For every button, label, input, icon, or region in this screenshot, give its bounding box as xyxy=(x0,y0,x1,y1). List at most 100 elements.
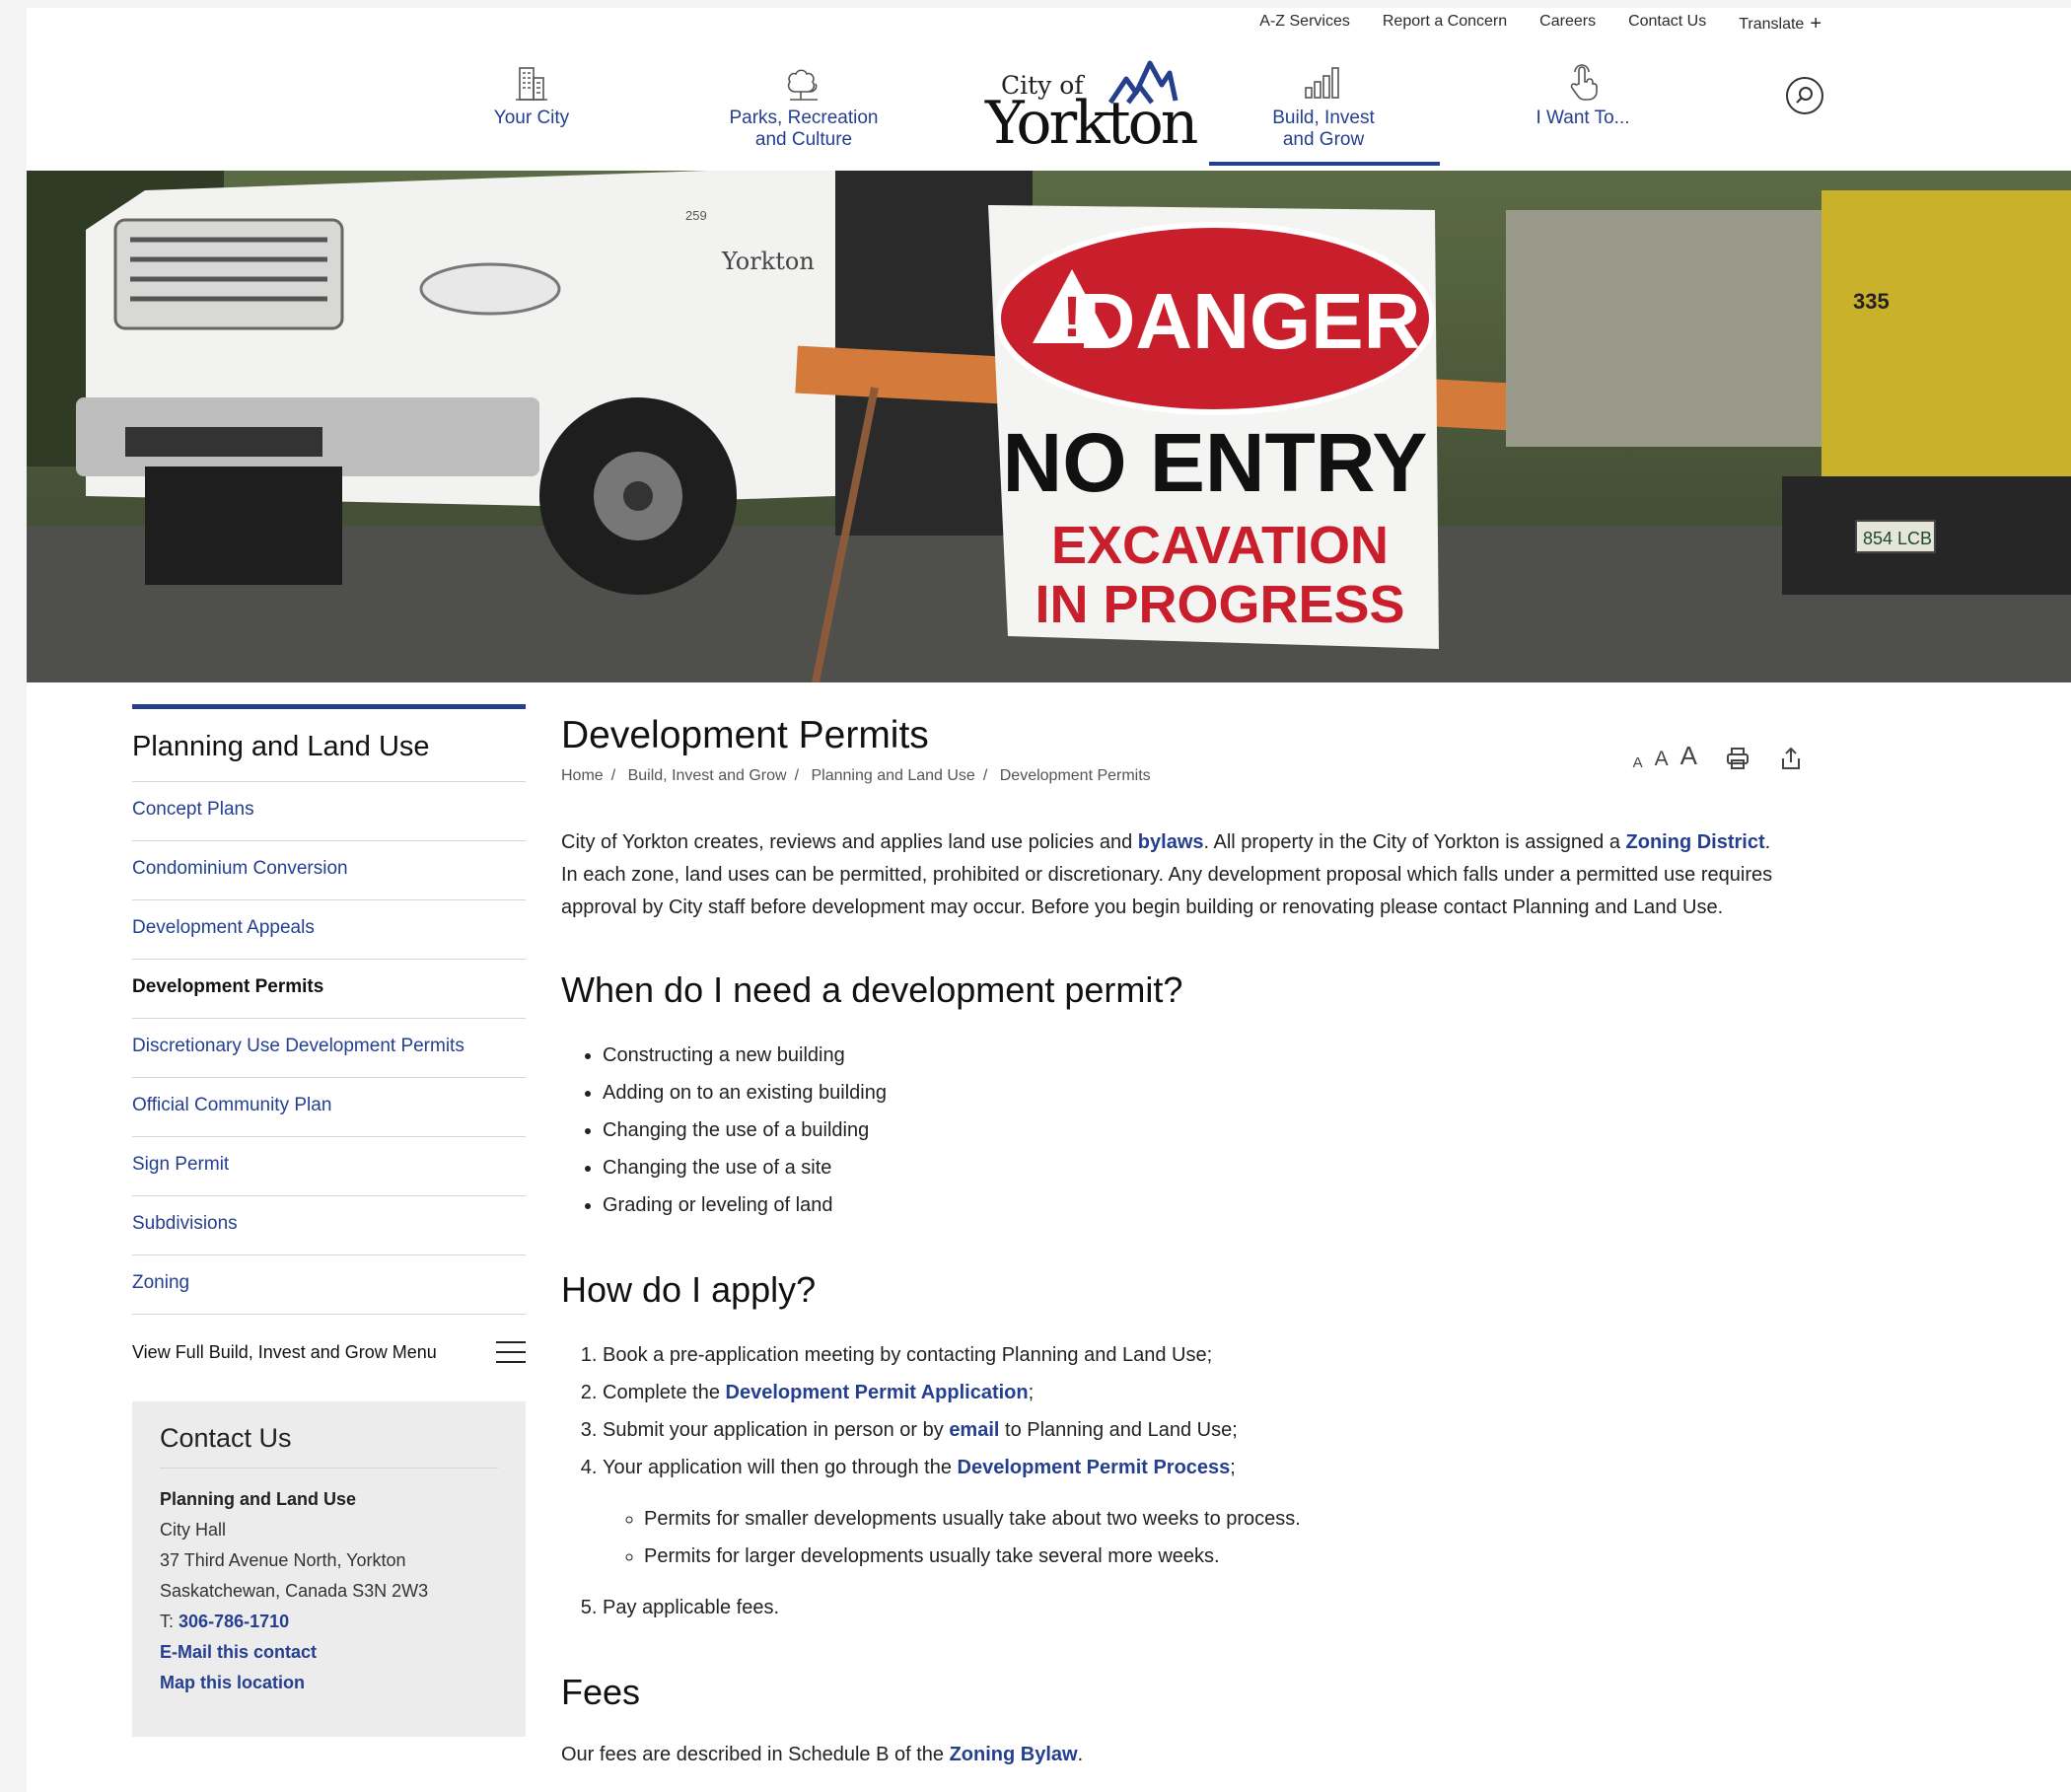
truck-logo-text: Yorkton xyxy=(721,248,815,275)
nav-parks-recreation[interactable]: Parks, Recreation and Culture xyxy=(705,62,902,151)
when-list: Constructing a new building Adding on to… xyxy=(603,1037,1804,1224)
nav-label: I Want To... xyxy=(1535,108,1630,128)
truck-number: 259 xyxy=(685,208,707,223)
contact-address-line1: 37 Third Avenue North, Yorkton xyxy=(160,1550,406,1570)
translate-button[interactable]: Translate + xyxy=(1739,13,1821,36)
font-size-medium-button[interactable]: A xyxy=(1655,748,1669,771)
full-menu-label: View Full Build, Invest and Grow Menu xyxy=(132,1341,437,1362)
when-heading: When do I need a development permit? xyxy=(561,969,1183,1010)
map-location-link[interactable]: Map this location xyxy=(160,1668,498,1698)
translate-label: Translate xyxy=(1739,16,1805,33)
sign-no-entry: NO ENTRY xyxy=(1003,416,1428,509)
report-concern-link[interactable]: Report a Concern xyxy=(1383,13,1507,36)
nav-label-line1: Parks, Recreation xyxy=(729,108,879,128)
step-text: ; xyxy=(1028,1382,1035,1403)
sidebar-item-development-appeals[interactable]: Development Appeals xyxy=(132,900,526,960)
hero-image: 259 Yorkton 854 LCB 335 ! DANGER NO ENTR… xyxy=(27,171,2071,682)
list-item: Permits for larger developments usually … xyxy=(644,1538,1804,1575)
contact-phone-row: T: 306-786-1710 xyxy=(160,1607,498,1637)
breadcrumb-home[interactable]: Home xyxy=(561,767,604,784)
main-content: Development Permits Home / Build, Invest … xyxy=(561,704,1804,1771)
fees-text: Our fees are described in Schedule B of … xyxy=(561,1744,950,1765)
sidebar: Planning and Land Use Concept Plans Cond… xyxy=(132,704,526,1737)
permit-process-link[interactable]: Development Permit Process xyxy=(958,1457,1231,1478)
phone-link[interactable]: 306-786-1710 xyxy=(179,1612,289,1631)
careers-link[interactable]: Careers xyxy=(1539,13,1596,36)
apply-step-5: Pay applicable fees. xyxy=(603,1589,1804,1626)
apply-step-1: Book a pre-application meeting by contac… xyxy=(603,1336,1804,1374)
logo-name: Yorkton xyxy=(985,89,1198,158)
sidebar-title: Planning and Land Use xyxy=(132,709,526,782)
intro-text: . All property in the City of Yorkton is… xyxy=(1203,831,1626,853)
sidebar-item-discretionary-use[interactable]: Discretionary Use Development Permits xyxy=(132,1019,526,1078)
apply-steps: Book a pre-application meeting by contac… xyxy=(603,1336,1804,1626)
contact-card: Contact Us Planning and Land Use City Ha… xyxy=(132,1401,526,1737)
sidebar-item-zoning[interactable]: Zoning xyxy=(132,1255,526,1315)
print-icon[interactable] xyxy=(1725,746,1750,771)
nav-your-city[interactable]: Your City xyxy=(433,62,630,129)
sidebar-item-condominium-conversion[interactable]: Condominium Conversion xyxy=(132,841,526,900)
sign-in-progress: IN PROGRESS xyxy=(1035,575,1404,634)
city-buildings-icon xyxy=(516,67,547,101)
step-text: ; xyxy=(1230,1457,1236,1478)
contact-us-link[interactable]: Contact Us xyxy=(1628,13,1706,36)
contact-department: Planning and Land Use xyxy=(160,1489,357,1509)
yorkton-logo[interactable]: City of Yorkton xyxy=(959,55,1198,164)
utility-bar: A-Z Services Report a Concern Careers Co… xyxy=(1259,13,1821,36)
sidebar-item-official-community-plan[interactable]: Official Community Plan xyxy=(132,1078,526,1137)
contact-address-line2: Saskatchewan, Canada S3N 2W3 xyxy=(160,1581,429,1601)
sign-excavation: EXCAVATION xyxy=(1051,516,1389,575)
apply-step-2: Complete the Development Permit Applicat… xyxy=(603,1374,1804,1411)
breadcrumb: Home / Build, Invest and Grow / Planning a… xyxy=(561,767,1151,784)
fees-paragraph: Our fees are described in Schedule B of … xyxy=(561,1739,1804,1771)
page-title: Development Permits xyxy=(561,714,929,756)
page: A-Z Services Report a Concern Careers Co… xyxy=(27,8,2071,1792)
sidebar-item-sign-permit[interactable]: Sign Permit xyxy=(132,1137,526,1196)
sidebar-item-concept-plans[interactable]: Concept Plans xyxy=(132,782,526,841)
list-item: Adding on to an existing building xyxy=(603,1074,1804,1111)
list-item: Changing the use of a building xyxy=(603,1111,1804,1149)
list-item: Constructing a new building xyxy=(603,1037,1804,1074)
zoning-bylaw-link[interactable]: Zoning Bylaw xyxy=(950,1744,1078,1765)
full-menu-button[interactable]: View Full Build, Invest and Grow Menu xyxy=(132,1315,526,1384)
sidebar-item-development-permits[interactable]: Development Permits xyxy=(132,960,526,1019)
license-plate: 854 LCB xyxy=(1863,529,1932,548)
nav-build-invest-grow[interactable]: Build, Invest and Grow xyxy=(1225,62,1422,151)
loader-number: 335 xyxy=(1853,289,1890,314)
step-text: Your application will then go through th… xyxy=(603,1457,958,1478)
plus-icon: + xyxy=(1810,13,1821,35)
zoning-district-link[interactable]: Zoning District xyxy=(1626,831,1765,853)
permit-application-link[interactable]: Development Permit Application xyxy=(726,1382,1029,1403)
search-button[interactable] xyxy=(1786,77,1823,114)
hero-illustration: 259 Yorkton 854 LCB 335 ! DANGER NO ENTR… xyxy=(27,171,2071,682)
contact-title: Contact Us xyxy=(160,1423,498,1469)
breadcrumb-build[interactable]: Build, Invest and Grow xyxy=(628,767,787,784)
nav-i-want-to[interactable]: I Want To... xyxy=(1484,62,1681,129)
bylaws-link[interactable]: bylaws xyxy=(1138,831,1204,853)
intro-paragraph: City of Yorkton creates, reviews and app… xyxy=(561,826,1784,924)
fees-heading: Fees xyxy=(561,1672,641,1712)
az-services-link[interactable]: A-Z Services xyxy=(1259,13,1350,36)
font-size-small-button[interactable]: A xyxy=(1633,754,1643,771)
step-text: to Planning and Land Use; xyxy=(999,1419,1238,1441)
apply-step-4: Your application will then go through th… xyxy=(603,1449,1804,1575)
sidebar-item-subdivisions[interactable]: Subdivisions xyxy=(132,1196,526,1255)
list-item: Grading or leveling of land xyxy=(603,1186,1804,1224)
list-item: Changing the use of a site xyxy=(603,1149,1804,1186)
apply-heading: How do I apply? xyxy=(561,1269,817,1310)
search-icon xyxy=(1796,87,1813,104)
intro-text: City of Yorkton creates, reviews and app… xyxy=(561,831,1138,853)
sign-danger: DANGER xyxy=(1079,277,1421,365)
trees-icon xyxy=(787,69,818,101)
step-text: Complete the xyxy=(603,1382,726,1403)
font-size-large-button[interactable]: A xyxy=(1680,741,1697,771)
share-icon[interactable] xyxy=(1778,746,1804,771)
list-item: Permits for smaller developments usually… xyxy=(644,1500,1804,1538)
email-contact-link[interactable]: E-Mail this contact xyxy=(160,1637,498,1668)
process-sublist: Permits for smaller developments usually… xyxy=(644,1500,1804,1575)
fees-text: . xyxy=(1077,1744,1084,1765)
phone-prefix: T: xyxy=(160,1612,175,1631)
breadcrumb-planning[interactable]: Planning and Land Use xyxy=(811,767,974,784)
nav-label: Your City xyxy=(493,108,570,128)
email-link[interactable]: email xyxy=(949,1419,999,1441)
